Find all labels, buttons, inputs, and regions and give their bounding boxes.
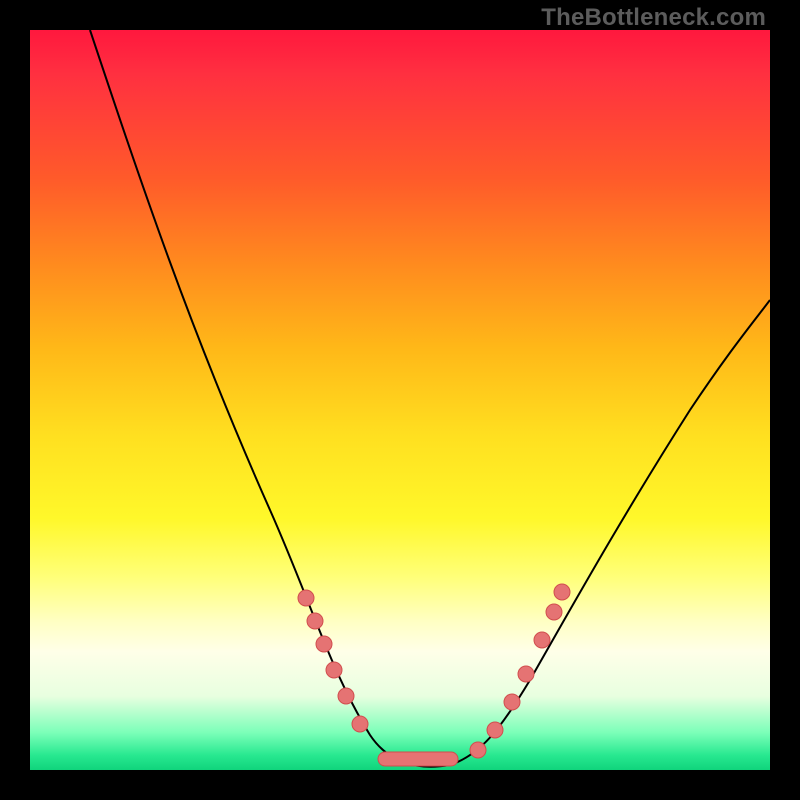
marker-group <box>298 584 570 766</box>
valley-bar <box>378 752 458 766</box>
right-dot-2 <box>487 722 503 738</box>
left-dot-4 <box>326 662 342 678</box>
chart-frame: TheBottleneck.com <box>0 0 800 800</box>
left-dot-1 <box>298 590 314 606</box>
right-dot-1 <box>470 742 486 758</box>
plot-area <box>30 30 770 770</box>
left-dot-6 <box>352 716 368 732</box>
right-dot-5 <box>534 632 550 648</box>
right-dot-3 <box>504 694 520 710</box>
watermark-text: TheBottleneck.com <box>541 4 766 32</box>
left-dot-5 <box>338 688 354 704</box>
curve-svg <box>30 30 770 770</box>
right-dot-6 <box>546 604 562 620</box>
left-dot-2 <box>307 613 323 629</box>
bottleneck-curve <box>90 30 770 767</box>
left-dot-3 <box>316 636 332 652</box>
right-dot-4 <box>518 666 534 682</box>
right-dot-7 <box>554 584 570 600</box>
